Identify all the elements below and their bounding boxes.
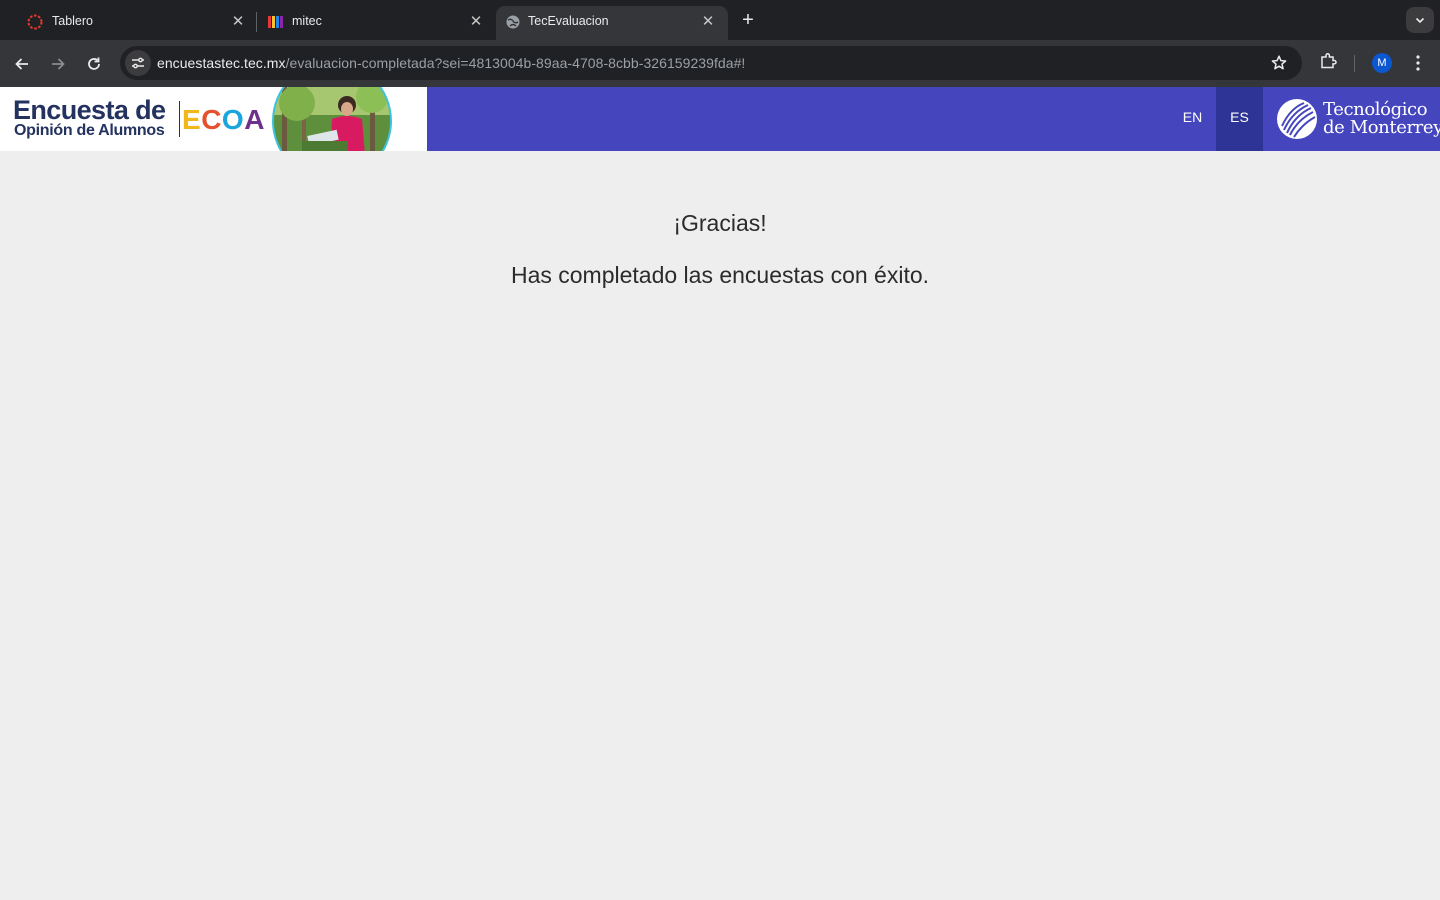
tab-strip: Tablero ✕ mitec ✕ TecEvaluacion ✕ + <box>0 0 1440 40</box>
arrow-left-icon <box>15 58 28 70</box>
ecoa-logo: ECOA <box>182 105 265 135</box>
address-bar[interactable]: encuestastec.tec.mx/evaluacion-completad… <box>120 46 1302 80</box>
star-outline-icon <box>1271 55 1287 70</box>
url-text[interactable]: encuestastec.tec.mx/evaluacion-completad… <box>157 55 745 71</box>
tec-seal-icon <box>1277 99 1317 139</box>
lang-en-button[interactable]: EN <box>1169 87 1216 151</box>
tab-title: TecEvaluacion <box>528 14 609 28</box>
thanks-heading: ¡Gracias! <box>673 210 767 236</box>
reload-button[interactable] <box>82 52 106 76</box>
ecoa-letter-c: C <box>201 104 222 135</box>
extensions-button[interactable] <box>1318 51 1340 73</box>
profile-avatar[interactable]: M <box>1372 53 1392 73</box>
tab-title: Tablero <box>52 14 93 28</box>
new-tab-button[interactable]: + <box>736 9 760 33</box>
tab-mitec[interactable]: mitec ✕ <box>240 6 496 40</box>
institution-line-2: de Monterrey <box>1323 117 1440 138</box>
tab-title: mitec <box>292 14 322 28</box>
color-bars-icon <box>268 16 283 28</box>
chevron-down-icon <box>1415 17 1425 24</box>
close-tab-icon[interactable]: ✕ <box>698 12 718 32</box>
url-path: /evaluacion-completada?sei=4813004b-89aa… <box>285 55 746 71</box>
puzzle-icon <box>1321 53 1337 69</box>
browser-toolbar: encuestastec.tec.mx/evaluacion-completad… <box>0 40 1440 87</box>
url-host: encuestastec.tec.mx <box>157 55 286 71</box>
site-header: Encuesta de Opinión de Alumnos ECOA EN E… <box>0 87 1440 151</box>
arrow-right-icon <box>52 58 65 70</box>
ecoa-letter-a: A <box>244 104 265 135</box>
ecoa-letter-e: E <box>182 104 202 135</box>
globe-icon <box>506 15 520 29</box>
ecoa-letter-o: O <box>221 104 245 135</box>
tab-tablero[interactable]: Tablero ✕ <box>0 6 258 40</box>
tab-search-button[interactable] <box>1406 7 1434 33</box>
ecoa-banner[interactable]: Encuesta de Opinión de Alumnos ECOA <box>0 87 427 151</box>
banner-subtitle: Opinión de Alumnos <box>14 122 165 139</box>
student-photo <box>272 87 392 151</box>
tab-tecevaluacion[interactable]: TecEvaluacion ✕ <box>496 6 728 40</box>
tune-icon <box>132 57 144 69</box>
browser-menu-button[interactable] <box>1408 51 1428 75</box>
lang-es-button[interactable]: ES <box>1216 87 1263 151</box>
reload-icon <box>88 57 100 70</box>
tec-logo[interactable]: Tecnológico de Monterrey <box>1263 87 1440 151</box>
bookmark-button[interactable] <box>1268 52 1290 74</box>
toolbar-divider <box>1354 55 1355 72</box>
close-tab-icon[interactable]: ✕ <box>466 12 486 32</box>
banner-title: Encuesta de <box>13 95 166 125</box>
institution-name: Tecnológico de Monterrey <box>1323 101 1440 137</box>
back-button[interactable] <box>10 52 34 76</box>
canvas-ring-icon <box>27 14 43 30</box>
site-info-button[interactable] <box>125 50 151 76</box>
kebab-menu-icon <box>1416 55 1420 71</box>
completion-message: Has completado las encuestas con éxito. <box>510 262 930 288</box>
forward-button[interactable] <box>46 52 70 76</box>
banner-divider <box>179 101 180 137</box>
